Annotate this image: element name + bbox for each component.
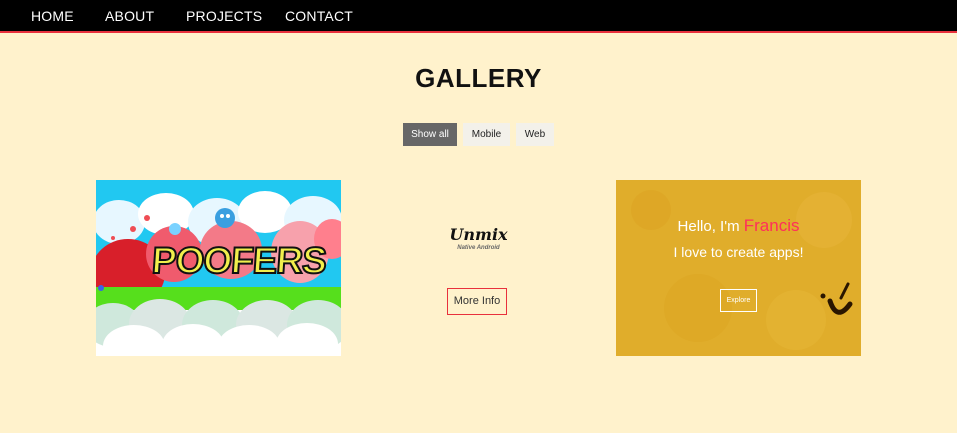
poofers-project-card[interactable]: POOFERS [96, 180, 341, 356]
explore-button[interactable]: Explore [720, 289, 757, 312]
unmix-subtitle: Native Android [457, 245, 500, 251]
francis-name: Francis [743, 216, 800, 235]
unmix-project-card[interactable]: Unmix Native Android More Info [356, 180, 601, 356]
francis-background-texture [616, 180, 861, 356]
gallery-title: GALLERY [415, 63, 542, 93]
francis-greeting: Hello, I'm Francis [616, 216, 861, 236]
more-info-button[interactable]: More Info [447, 288, 507, 315]
poofers-logo-text: POOFERS [150, 239, 329, 282]
top-nav-bar: HOME ABOUT PROJECTS CONTACT [0, 0, 957, 33]
francis-greeting-text: Hello, I'm [677, 218, 740, 235]
unmix-title: Unmix [449, 225, 508, 244]
nav-projects-link[interactable]: PROJECTS [186, 8, 262, 24]
francis-project-card[interactable]: Hello, I'm Francis I love to create apps… [616, 180, 861, 356]
filter-web-button[interactable]: Web [516, 123, 554, 146]
nav-about-link[interactable]: ABOUT [105, 8, 154, 24]
nav-home-link[interactable]: HOME [31, 8, 74, 24]
francis-tagline: I love to create apps! [673, 244, 804, 260]
nav-contact-link[interactable]: CONTACT [285, 8, 353, 24]
filter-show-all-button[interactable]: Show all [403, 123, 457, 146]
filter-mobile-button[interactable]: Mobile [463, 123, 510, 146]
